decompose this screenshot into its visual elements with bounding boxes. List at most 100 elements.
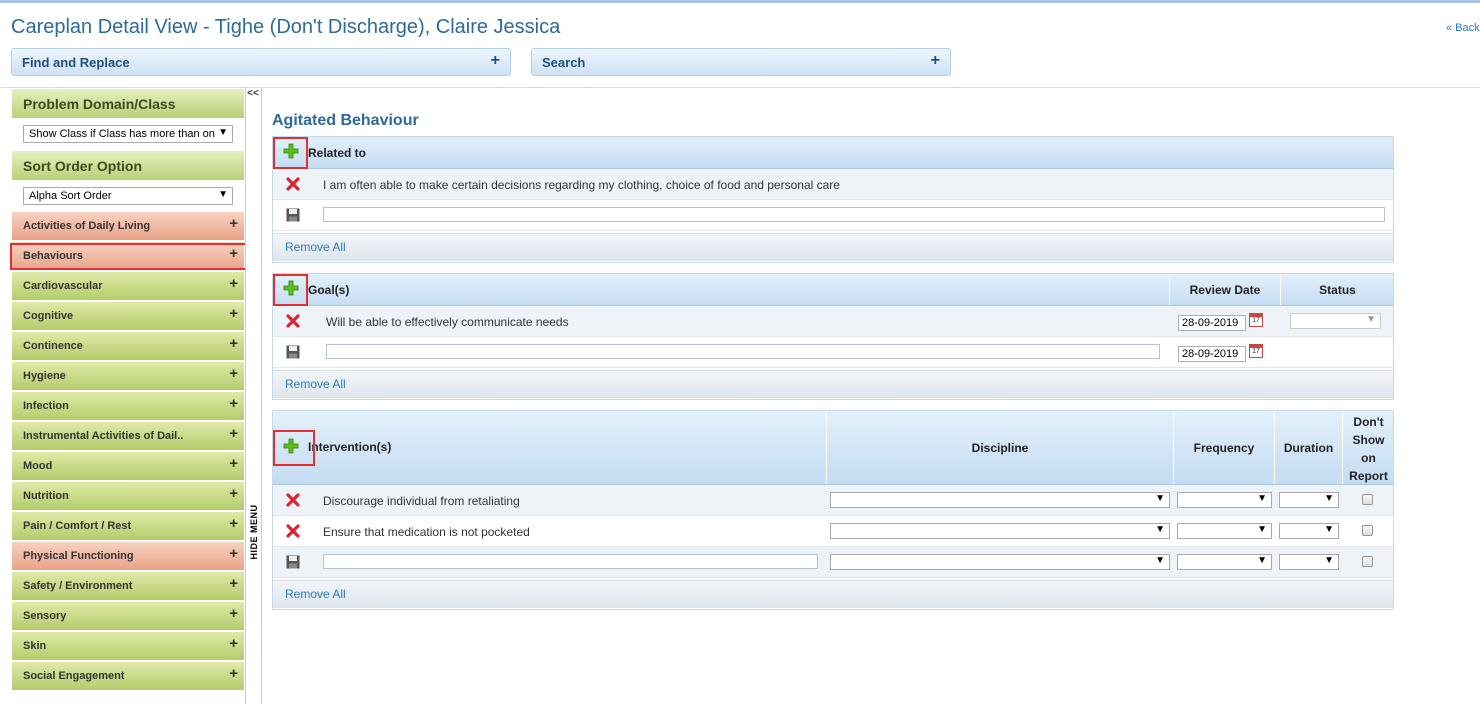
collapse-menu-button[interactable]: << [245,88,261,102]
duration-header: Duration [1274,411,1342,484]
plus-icon[interactable]: + [229,425,238,442]
sidebar-item-mood[interactable]: Mood + [12,452,244,481]
sidebar-item-label: Safety / Environment [23,580,133,592]
plus-icon[interactable]: + [229,335,238,352]
intervention-text: Ensure that medication is not pocketed [323,525,530,539]
plus-icon[interactable]: + [229,575,238,592]
plus-icon[interactable]: + [229,455,238,472]
class-filter-value: Show Class if Class has more than on [29,128,215,140]
goal-new-input[interactable] [326,344,1160,359]
discipline-select[interactable]: ▼ [830,492,1170,508]
intervention-row: Ensure that medication is not pocketed ▼… [273,516,1393,547]
plus-icon[interactable]: + [229,665,238,682]
hide-menu-strip[interactable] [245,88,262,704]
duration-select[interactable]: ▼ [1279,523,1339,539]
plus-icon[interactable]: + [229,395,238,412]
sort-order-select[interactable]: Alpha Sort Order ▼ [23,187,233,205]
sidebar-item-hygiene[interactable]: Hygiene + [12,362,244,391]
sidebar-item-infection[interactable]: Infection + [12,392,244,421]
save-icon[interactable] [285,207,301,223]
related-text: I am often able to make certain decision… [323,178,840,192]
search-bar[interactable]: Search + [531,48,951,76]
sidebar-item-label: Activities of Daily Living [23,220,151,232]
expand-search-icon[interactable]: + [931,52,940,70]
sort-order-value: Alpha Sort Order [29,190,112,202]
delete-icon[interactable] [285,492,301,508]
dont-show-checkbox[interactable] [1362,556,1373,567]
save-icon[interactable] [285,344,301,360]
discipline-select[interactable]: ▼ [830,523,1170,539]
expand-find-replace-icon[interactable]: + [491,52,500,70]
plus-icon[interactable]: + [229,635,238,652]
duration-select[interactable]: ▼ [1279,554,1339,570]
delete-icon[interactable] [285,176,301,192]
remove-all-link[interactable]: Remove All [285,377,346,391]
find-replace-bar[interactable]: Find and Replace + [11,48,511,76]
delete-icon[interactable] [285,523,301,539]
plus-icon[interactable]: + [229,215,238,232]
review-date-header: Review Date [1169,274,1280,305]
goals-remove-all[interactable]: Remove All [273,370,1393,398]
sidebar-item-cognitive[interactable]: Cognitive + [12,302,244,331]
goal-review-date[interactable]: 28-09-2019 [1178,315,1246,331]
goals-header: Goal(s) Review Date Status [273,274,1393,306]
behaviours-highlight [10,243,255,270]
sidebar-item-social-engagement[interactable]: Social Engagement + [12,662,244,691]
sidebar-item-sensory[interactable]: Sensory + [12,602,244,631]
discipline-header: Discipline [826,411,1173,484]
sidebar-item-label: Mood [23,460,53,472]
sidebar-item-physical-functioning[interactable]: Physical Functioning + [12,542,244,571]
sidebar-item-nutrition[interactable]: Nutrition + [12,482,244,511]
intervention-new-row: ▼ ▼ ▼ [273,547,1393,578]
class-filter-select[interactable]: Show Class if Class has more than on ▼ [23,125,233,143]
remove-all-link[interactable]: Remove All [285,587,346,601]
calendar-icon[interactable]: 17 [1249,344,1263,358]
plus-icon[interactable]: + [229,275,238,292]
sidebar-item-label: Infection [23,400,69,412]
sidebar-item-safety-environment[interactable]: Safety / Environment + [12,572,244,601]
frequency-select[interactable]: ▼ [1177,554,1272,570]
plus-icon[interactable]: + [229,305,238,322]
sidebar-item-instrumental-activities[interactable]: Instrumental Activities of Dail.. + [12,422,244,451]
frequency-select[interactable]: ▼ [1177,492,1272,508]
interventions-remove-all[interactable]: Remove All [273,580,1393,608]
goals-title: Goal(s) [308,283,350,297]
sidebar-item-label: Nutrition [23,490,69,502]
save-icon[interactable] [285,554,301,570]
frequency-select[interactable]: ▼ [1177,523,1272,539]
goal-new-review-date[interactable]: 28-09-2019 [1178,346,1246,362]
delete-icon[interactable] [285,313,301,329]
calendar-icon[interactable]: 17 [1249,313,1263,327]
intervention-text: Discourage individual from retaliating [323,494,520,508]
goals-panel: Goal(s) Review Date Status Will be able … [272,273,1394,400]
plus-icon[interactable]: + [229,365,238,382]
duration-select[interactable]: ▼ [1279,492,1339,508]
find-replace-label: Find and Replace [22,55,130,70]
plus-icon[interactable]: + [229,605,238,622]
problem-domain-heading: Problem Domain/Class [12,88,244,118]
plus-icon[interactable]: + [229,545,238,562]
related-new-input[interactable] [323,207,1385,222]
sidebar-item-continence[interactable]: Continence + [12,332,244,361]
plus-icon[interactable]: + [229,515,238,532]
sidebar-item-pain-comfort-rest[interactable]: Pain / Comfort / Rest + [12,512,244,541]
dont-show-checkbox[interactable] [1362,525,1373,536]
remove-all-link[interactable]: Remove All [285,240,346,254]
sidebar-item-label: Physical Functioning [23,550,134,562]
sidebar-item-label: Skin [23,640,47,652]
sidebar-item-activities-of-daily-living[interactable]: Activities of Daily Living + [12,212,244,241]
top-border [0,0,1480,3]
related-row: I am often able to make certain decision… [273,169,1393,200]
dont-show-checkbox[interactable] [1362,494,1373,505]
intervention-new-input[interactable] [323,554,818,569]
interventions-header: Intervention(s) Discipline Frequency Dur… [273,411,1393,485]
back-link[interactable]: « Back [1446,22,1480,34]
discipline-select[interactable]: ▼ [830,554,1170,570]
plus-icon[interactable]: + [229,485,238,502]
sidebar-item-skin[interactable]: Skin + [12,632,244,661]
related-remove-all[interactable]: Remove All [273,233,1393,261]
goal-status-select[interactable]: ▼ [1290,313,1381,329]
sidebar-item-cardiovascular[interactable]: Cardiovascular + [12,272,244,301]
hide-menu-toggle[interactable]: HIDE MENU [245,500,261,570]
goal-text: Will be able to effectively communicate … [326,315,569,329]
